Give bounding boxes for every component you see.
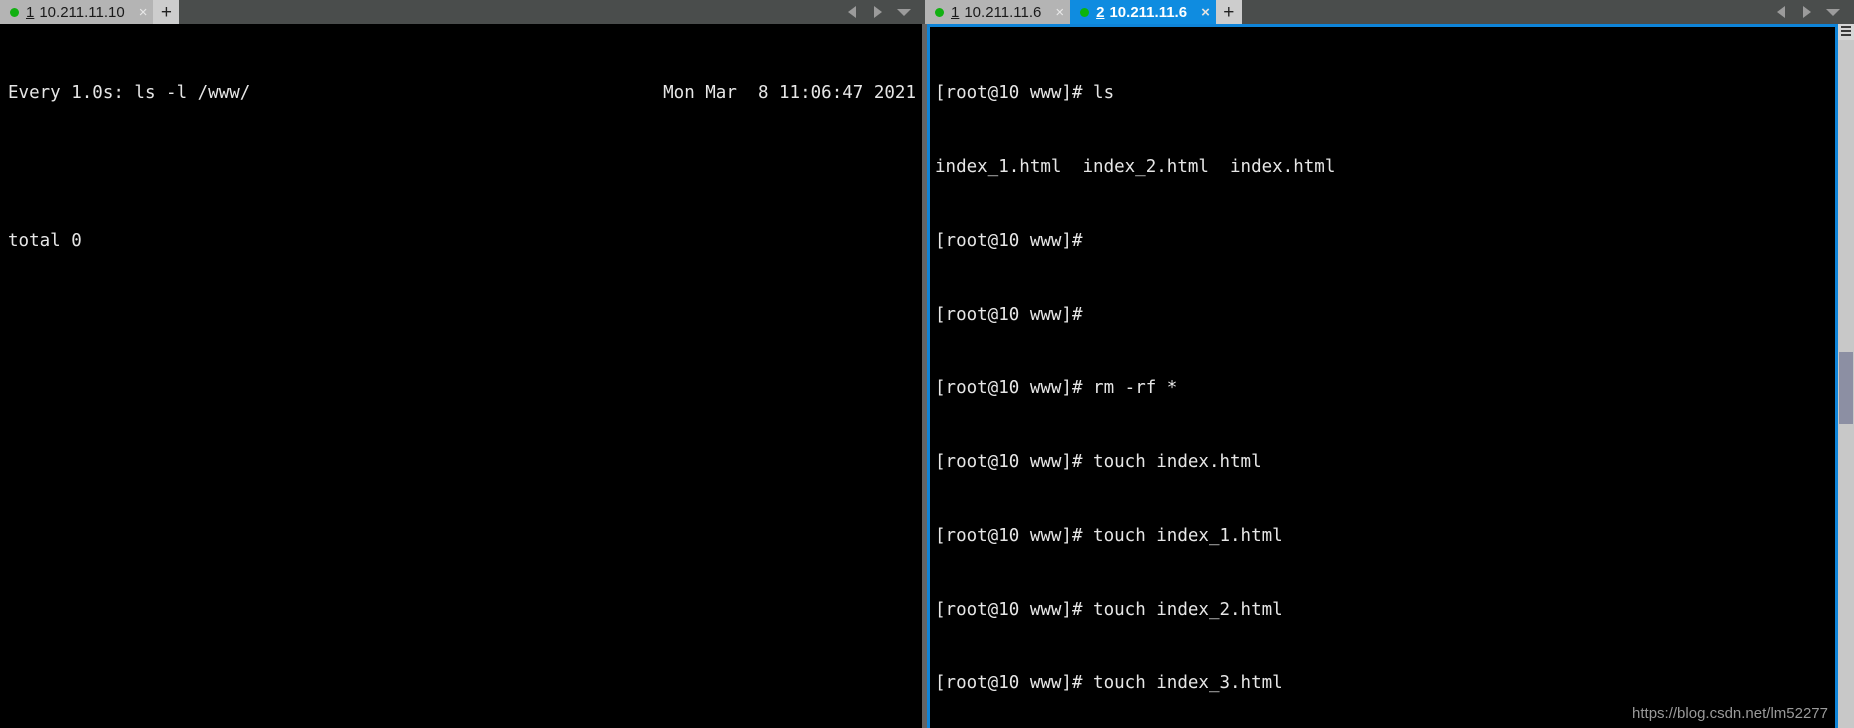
terminal-line: [root@10 www]# rm -rf *	[935, 376, 1854, 401]
terminal-application-window: Every 1.0s: ls -l /www/ Mon Mar 8 11:06:…	[0, 0, 1854, 728]
tab-number: 2	[1096, 3, 1105, 21]
tab-10-211-11-6-1[interactable]: 1 10.211.11.6 ×	[925, 0, 1071, 24]
tab-title: 10.211.11.6	[964, 3, 1042, 21]
tab-number: 1	[951, 3, 960, 21]
watch-header-spacer	[250, 81, 663, 106]
terminal-line: [root@10 www]# touch index_2.html	[935, 598, 1854, 623]
tab-title: 10.211.11.10	[39, 3, 125, 21]
shell-command: ls	[1093, 83, 1115, 104]
left-pane-tabbar: 1 10.211.11.10 × +	[0, 0, 925, 24]
shell-command: touch index.html	[1093, 452, 1262, 473]
tab-number: 1	[26, 3, 35, 21]
connected-dot-icon	[10, 7, 19, 17]
tab-10-211-11-6-2[interactable]: 2 10.211.11.6 ×	[1070, 0, 1216, 24]
scroll-tabs-right-arrow-icon[interactable]	[1794, 0, 1820, 24]
tab-list-dropdown-arrow-icon[interactable]	[1820, 0, 1846, 24]
watch-timestamp-text: Mon Mar 8 11:06:47 2021	[663, 83, 916, 104]
scrollbar-lines-icon	[1841, 26, 1851, 38]
shell-command: index_1.html index_2.html index.html	[935, 156, 1336, 177]
shell-command: touch index_3.html	[1093, 673, 1283, 694]
active-pane-left-border	[927, 24, 930, 728]
active-pane-top-border	[927, 24, 1838, 27]
scrollbar-thumb[interactable]	[1839, 352, 1853, 424]
shell-command: touch index_1.html	[1093, 525, 1283, 546]
left-tabbar-nav-controls	[839, 0, 925, 24]
terminal-line: [root@10 www]# touch index_1.html	[935, 524, 1854, 549]
tab-list-dropdown-arrow-icon[interactable]	[891, 0, 917, 24]
close-icon[interactable]: ×	[139, 5, 148, 20]
tab-title: 10.211.11.6	[1109, 3, 1188, 21]
terminal-output-line: total 0	[8, 230, 82, 251]
left-terminal-output[interactable]: Every 1.0s: ls -l /www/ Mon Mar 8 11:06:…	[0, 24, 925, 728]
right-terminal-output[interactable]: [root@10 www]# ls index_1.html index_2.h…	[925, 24, 1854, 728]
tab-10-211-11-10[interactable]: 1 10.211.11.10 ×	[0, 0, 154, 24]
shell-prompt: [root@10 www]#	[935, 452, 1094, 473]
scrollbar-up-arrow-icon[interactable]	[1838, 24, 1854, 40]
shell-command: touch index_2.html	[1093, 599, 1283, 620]
shell-prompt: [root@10 www]#	[935, 83, 1094, 104]
watermark-text: https://blog.csdn.net/lm52277	[1632, 705, 1828, 722]
shell-prompt: [root@10 www]#	[935, 230, 1094, 251]
right-tabbar-nav-controls	[1768, 0, 1854, 24]
scroll-tabs-right-arrow-icon[interactable]	[865, 0, 891, 24]
new-tab-button[interactable]: +	[1215, 0, 1242, 24]
terminal-line: [root@10 www]# touch index_3.html	[935, 671, 1854, 696]
watch-command-text: Every 1.0s: ls -l /www/	[8, 83, 251, 104]
terminal-vertical-scrollbar[interactable]	[1838, 24, 1854, 728]
terminal-line: index_1.html index_2.html index.html	[935, 155, 1854, 180]
terminal-line: [root@10 www]# ls	[935, 81, 1854, 106]
terminal-line: [root@10 www]# touch index.html	[935, 450, 1854, 475]
watch-header-line: Every 1.0s: ls -l /www/ Mon Mar 8 11:06:…	[8, 81, 916, 106]
shell-prompt: [root@10 www]#	[935, 599, 1094, 620]
right-terminal-pane[interactable]: [root@10 www]# ls index_1.html index_2.h…	[925, 0, 1854, 728]
shell-command: rm -rf *	[1093, 378, 1178, 399]
shell-prompt: [root@10 www]#	[935, 673, 1094, 694]
tabbar-spacer	[1242, 0, 1768, 24]
scroll-tabs-left-arrow-icon[interactable]	[1768, 0, 1794, 24]
terminal-line: [root@10 www]#	[935, 303, 1854, 328]
right-pane-tabbar: 1 10.211.11.6 × 2 10.211.11.6 × +	[925, 0, 1854, 24]
tabbar-spacer	[179, 0, 839, 24]
close-icon[interactable]: ×	[1055, 5, 1064, 20]
shell-prompt: [root@10 www]#	[935, 525, 1094, 546]
close-icon[interactable]: ×	[1201, 5, 1210, 20]
terminal-line: [root@10 www]#	[935, 229, 1854, 254]
shell-prompt: [root@10 www]#	[935, 304, 1094, 325]
new-tab-button[interactable]: +	[153, 0, 180, 24]
connected-dot-icon	[935, 7, 944, 17]
connected-dot-icon	[1080, 7, 1090, 17]
scroll-tabs-left-arrow-icon[interactable]	[839, 0, 865, 24]
left-terminal-pane[interactable]: Every 1.0s: ls -l /www/ Mon Mar 8 11:06:…	[0, 0, 925, 728]
shell-prompt: [root@10 www]#	[935, 378, 1094, 399]
